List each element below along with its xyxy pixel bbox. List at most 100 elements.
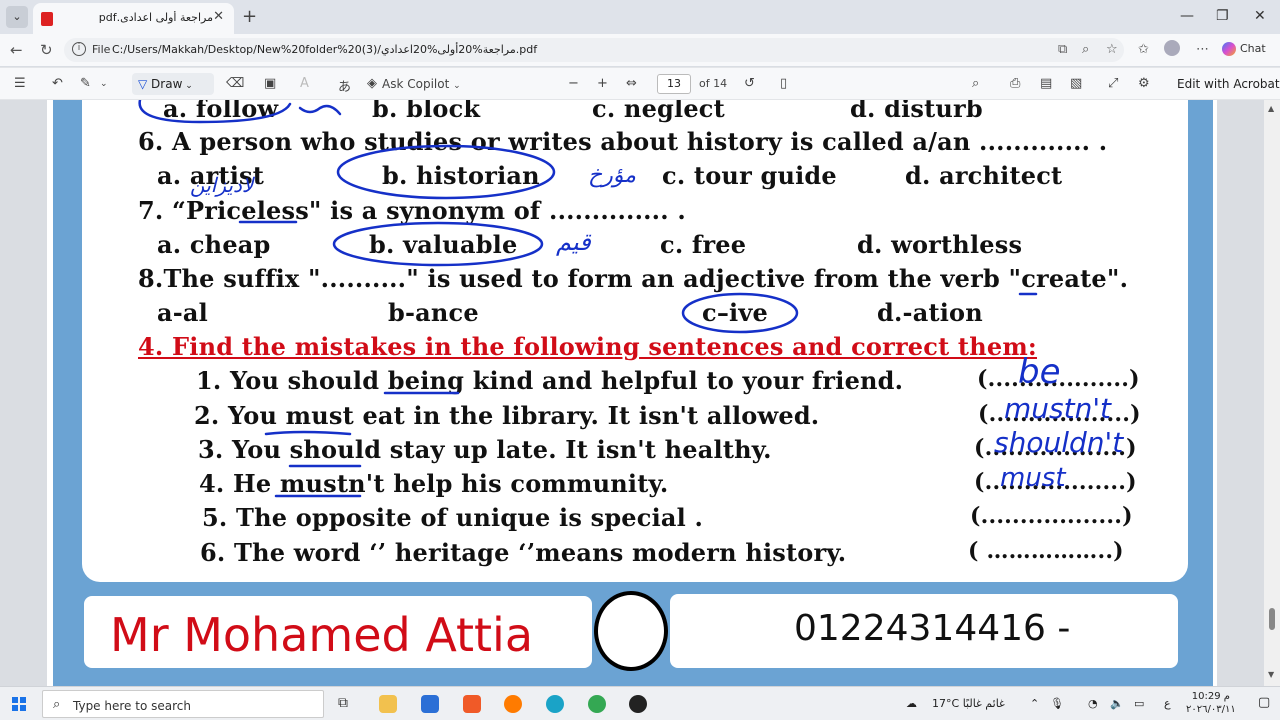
- fullscreen-icon[interactable]: ⤢: [1108, 76, 1118, 91]
- contents-icon[interactable]: ☰: [14, 76, 26, 91]
- search-icon: ⌕: [53, 697, 61, 712]
- chevron-down-icon: ⌄: [453, 81, 461, 91]
- edit-with-acrobat-button[interactable]: Edit with Acrobat: [1177, 77, 1280, 91]
- pdf-viewer[interactable]: a. follow b. block c. neglect d. disturb…: [0, 100, 1264, 686]
- refresh-icon[interactable]: ↻: [40, 41, 53, 59]
- print-icon[interactable]: ⎙: [1010, 76, 1020, 91]
- zoom-in-icon[interactable]: +: [597, 76, 608, 91]
- chevron-up-icon[interactable]: ⌃: [1030, 697, 1039, 710]
- weather-text[interactable]: 17°C غائم غالبًا: [932, 697, 1005, 710]
- answer-blank-6: ( ……………..): [968, 538, 1124, 564]
- q6-question: 6. A person who studies or writes about …: [138, 127, 1108, 156]
- pdf-icon: [41, 12, 53, 26]
- url-text[interactable]: C:/Users/Makkah/Desktop/New%20folder%20(…: [112, 43, 537, 56]
- copilot-chat-button[interactable]: Chat: [1222, 42, 1266, 56]
- q8-option-d: d.-ation: [877, 298, 983, 327]
- mic-icon[interactable]: 🎙: [1050, 697, 1064, 710]
- total-pages: of 14: [699, 77, 728, 90]
- sentence-1: 1. You should being kind and helpful to …: [196, 366, 904, 395]
- zoom-out-icon[interactable]: −: [568, 76, 579, 91]
- battery-icon[interactable]: ▭: [1134, 697, 1144, 710]
- answer-blank-2: (..................): [978, 401, 1141, 427]
- file-explorer-icon[interactable]: [379, 695, 397, 713]
- text-box-icon[interactable]: ▣: [264, 76, 276, 91]
- eraser-icon[interactable]: ⌫: [226, 76, 244, 91]
- draw-button[interactable]: ▽ Draw ⌄: [132, 73, 214, 95]
- windows-start-icon[interactable]: [12, 697, 26, 711]
- task-view-icon[interactable]: ⧉: [338, 695, 356, 713]
- q8-question: 8.The suffix ".........." is used to for…: [138, 264, 1129, 293]
- ask-copilot-label: Ask Copilot: [382, 77, 450, 91]
- q7-option-d: d. worthless: [857, 230, 1023, 259]
- clock-date: ٢٠٢٦/٠٣/١١: [1186, 704, 1236, 715]
- network-icon[interactable]: ◔: [1088, 697, 1098, 710]
- copilot-small-icon[interactable]: ◈: [367, 76, 377, 91]
- chevron-down-icon[interactable]: ⌄: [100, 79, 108, 89]
- settings-gear-icon[interactable]: ⚙: [1138, 76, 1150, 91]
- taskbar-search[interactable]: ⌕ Type here to search: [42, 690, 324, 718]
- ask-copilot-button[interactable]: Ask Copilot ⌄: [382, 77, 461, 91]
- translate-icon[interactable]: ⧉: [1058, 42, 1067, 57]
- sentence-2: 2. You must eat in the library. It isn't…: [194, 401, 820, 430]
- q6-option-d: d. architect: [905, 161, 1063, 190]
- q6-option-c: c. tour guide: [662, 161, 837, 190]
- clock[interactable]: 10:29 م ٢٠٢٦/٠٣/١١: [1186, 690, 1236, 716]
- volume-icon[interactable]: 🔈: [1110, 697, 1124, 710]
- new-tab-button[interactable]: +: [242, 6, 257, 27]
- maximize-button[interactable]: ❐: [1216, 8, 1229, 24]
- tab-title: مراجعة أولى اعدادى.pdf: [98, 11, 213, 24]
- rotate-icon[interactable]: ↺: [744, 76, 755, 91]
- firefox-icon[interactable]: [504, 695, 522, 713]
- scroll-thumb[interactable]: [1269, 608, 1275, 630]
- zoom-icon[interactable]: ⌕: [1082, 42, 1089, 57]
- address-bar[interactable]: i File C:/Users/Makkah/Desktop/New%20fol…: [64, 38, 1124, 62]
- address-row: ← ↻ i File C:/Users/Makkah/Desktop/New%2…: [0, 34, 1280, 66]
- answer-blank-3: (..................): [974, 435, 1137, 461]
- profile-avatar[interactable]: [1164, 40, 1180, 56]
- undo-icon[interactable]: ↶: [52, 76, 63, 91]
- back-icon[interactable]: ←: [10, 41, 23, 59]
- q7-question: 7. “Priceless" is a synonym of .........…: [138, 196, 686, 225]
- section4-title: 4. Find the mistakes in the following se…: [138, 332, 1037, 361]
- save-icon[interactable]: ▤: [1040, 76, 1052, 91]
- clock-time: 10:29 م: [1191, 691, 1230, 702]
- search-icon[interactable]: ⌕: [972, 76, 979, 91]
- scroll-up-icon[interactable]: ▲: [1268, 104, 1274, 113]
- store-icon[interactable]: [421, 695, 439, 713]
- close-tab-icon[interactable]: ✕: [213, 9, 224, 24]
- chat-label: Chat: [1240, 42, 1266, 55]
- teacher-name: Mr Mohamed Attia: [110, 608, 534, 662]
- scroll-down-icon[interactable]: ▼: [1268, 670, 1274, 679]
- sentence-4: 4. He mustn't help his community.: [199, 469, 669, 498]
- app-icon[interactable]: [629, 695, 647, 713]
- language-indicator[interactable]: ع: [1164, 697, 1171, 710]
- brave-icon[interactable]: [463, 695, 481, 713]
- weather-icon[interactable]: ☁: [906, 697, 917, 710]
- edge-icon[interactable]: [546, 695, 564, 713]
- favorite-star-icon[interactable]: ☆: [1106, 42, 1118, 57]
- minimize-button[interactable]: —: [1180, 8, 1194, 24]
- q6-option-a: a. artist: [157, 161, 265, 190]
- q5-option-d: d. disturb: [850, 100, 983, 123]
- q8-option-b: b-ance: [388, 298, 479, 327]
- more-menu-icon[interactable]: ⋯: [1196, 42, 1209, 57]
- info-icon[interactable]: i: [72, 42, 86, 56]
- chrome-icon[interactable]: [588, 695, 606, 713]
- highlight-icon[interactable]: ✎: [80, 76, 91, 91]
- page-number-input[interactable]: 13: [657, 74, 691, 94]
- vertical-scrollbar[interactable]: ▲ ▼: [1264, 100, 1280, 686]
- tab-actions-menu[interactable]: ⌄: [6, 6, 28, 28]
- title-bar: ⌄ مراجعة أولى اعدادى.pdf ✕ + — ❐ ✕: [0, 0, 1280, 34]
- browser-tab[interactable]: مراجعة أولى اعدادى.pdf ✕: [33, 3, 234, 34]
- page-view-icon[interactable]: ▯: [780, 76, 787, 91]
- answer-blank-4: (..................): [974, 469, 1137, 495]
- logo-circle: [594, 591, 668, 671]
- favorites-icon[interactable]: ✩: [1138, 42, 1149, 57]
- fit-page-icon[interactable]: ⇔: [626, 76, 637, 91]
- save-as-icon[interactable]: ▧: [1070, 76, 1082, 91]
- close-window-button[interactable]: ✕: [1254, 8, 1266, 24]
- file-label: File: [92, 43, 111, 56]
- taskbar: ⌕ Type here to search ⧉ ☁ 17°C غائم غالب…: [0, 686, 1280, 720]
- notifications-icon[interactable]: ▢: [1258, 695, 1270, 710]
- read-aloud-icon[interactable]: あ: [338, 76, 351, 95]
